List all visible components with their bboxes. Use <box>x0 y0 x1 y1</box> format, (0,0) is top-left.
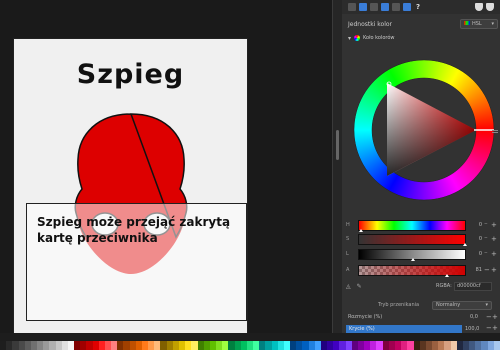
palette-swatch[interactable] <box>493 341 500 350</box>
blend-mode-label: Tryb przenikania <box>378 302 420 308</box>
rgba-label: RGBA: <box>436 283 452 289</box>
blend-mode-row: Tryb przenikania Normalny ▾ <box>346 300 498 310</box>
chevron-down-icon: ▾ <box>491 21 494 27</box>
rgba-input[interactable]: d00000cf <box>454 281 492 291</box>
palette-swatches <box>0 341 500 350</box>
swatches-icon[interactable] <box>403 3 411 11</box>
blur-value[interactable]: 0,0 <box>470 314 478 320</box>
rgb-swatch-icon <box>464 21 470 25</box>
rgba-row: ◬ ✎ RGBA: d00000cf <box>346 281 498 291</box>
alpha-value[interactable]: 81 <box>468 267 482 273</box>
objects-icon[interactable] <box>370 3 378 11</box>
help-icon[interactable]: ? <box>414 3 422 11</box>
opacity-value[interactable]: 100,0 <box>465 326 479 332</box>
alpha-slider-knob[interactable] <box>445 273 449 277</box>
alpha-minus-icon[interactable]: − <box>484 266 490 274</box>
alpha-plus-icon[interactable]: + <box>491 266 497 274</box>
hue-slider-label: H <box>346 222 350 228</box>
card-text-box[interactable]: Szpieg może przejąć zakrytą kartę przeci… <box>26 203 247 321</box>
blur-minus-icon[interactable]: − <box>486 313 492 321</box>
hue-slider[interactable] <box>358 219 466 232</box>
color-units-row: Jednostki kolor HSL ▾ <box>348 18 498 30</box>
card-title: Szpieg <box>76 59 185 90</box>
hue-value[interactable]: 0 <box>468 222 482 228</box>
blur-label: Rozmycie (%) <box>348 314 383 320</box>
color-icon[interactable] <box>392 3 400 11</box>
color-wheel[interactable] <box>350 55 500 215</box>
saturation-slider-knob[interactable] <box>463 242 467 246</box>
opacity-minus-icon[interactable]: − <box>486 324 492 332</box>
symbols-icon[interactable] <box>381 3 389 11</box>
hue-slider-knob[interactable] <box>359 228 363 232</box>
saturation-slider[interactable] <box>358 233 467 246</box>
alpha-slider-row: A 81 − + <box>346 264 498 277</box>
saturation-plus-icon[interactable]: + <box>491 235 497 243</box>
color-palette <box>0 333 500 350</box>
lightness-plus-icon[interactable]: + <box>491 250 497 258</box>
blend-mode-select[interactable]: Normalny ▾ <box>432 300 492 310</box>
shield-icon[interactable] <box>486 3 494 11</box>
card-text: Szpieg może przejąć zakrytą kartę przeci… <box>37 215 231 245</box>
divider-handle[interactable] <box>336 130 339 160</box>
color-managed-icon[interactable]: ◬ <box>346 283 351 290</box>
chevron-down-icon: ▾ <box>485 302 488 308</box>
layers-icon[interactable] <box>359 3 367 11</box>
dock-toolbar: ? <box>342 0 500 14</box>
eyedropper-icon[interactable]: ✎ <box>357 283 362 290</box>
color-wheel-icon <box>354 35 361 41</box>
lightness-spin-icon[interactable]: ⁻ <box>484 250 490 258</box>
alpha-slider-label: A <box>346 267 350 273</box>
color-wheel-panel[interactable] <box>350 55 500 215</box>
blur-plus-icon[interactable]: + <box>492 313 498 321</box>
shield-icon[interactable] <box>475 3 483 11</box>
dock-divider[interactable] <box>332 0 342 333</box>
opacity-label: Krycie (%) <box>349 326 375 332</box>
wheel-resize-grip[interactable] <box>492 130 498 133</box>
hue-spin-icon[interactable]: ⁻ <box>484 221 490 229</box>
saturation-slider-row: S 0 ⁻ + <box>346 233 498 246</box>
canvas-area[interactable]: Szpieg Szpieg może przejąć zakrytą kartę… <box>0 0 332 334</box>
saturation-slider-label: S <box>346 236 350 242</box>
lightness-slider-label: L <box>346 251 349 257</box>
saturation-spin-icon[interactable]: ⁻ <box>484 235 490 243</box>
opacity-plus-icon[interactable]: + <box>492 324 498 332</box>
color-units-value: HSL <box>472 21 482 27</box>
color-units-select[interactable]: HSL ▾ <box>460 19 498 29</box>
hue-slider-row: H 0 ⁻ + <box>346 219 498 232</box>
expand-arrow-icon: ▾ <box>348 34 352 42</box>
card[interactable]: Szpieg Szpieg może przejąć zakrytą kartę… <box>13 38 248 334</box>
color-wheel-title: Koło kolorów <box>363 35 395 41</box>
lightness-slider-row: L 0 ⁻ + <box>346 248 498 261</box>
opacity-slider[interactable]: Krycie (%) <box>346 325 462 333</box>
blur-row: Rozmycie (%) 0,0 − + <box>346 313 498 323</box>
saturation-value[interactable]: 0 <box>468 236 482 242</box>
lightness-value[interactable]: 0 <box>468 251 482 257</box>
fill-stroke-dock: ? Jednostki kolor HSL ▾ ▾ Koło kolorów H… <box>342 0 500 333</box>
alpha-slider[interactable] <box>358 264 466 277</box>
color-wheel-header[interactable]: ▾ Koło kolorów <box>348 33 395 43</box>
lightness-slider-knob[interactable] <box>411 257 415 261</box>
snap-icon[interactable] <box>348 3 356 11</box>
hue-plus-icon[interactable]: + <box>491 221 497 229</box>
blend-mode-value: Normalny <box>436 302 461 308</box>
color-units-label: Jednostki kolor <box>348 20 393 28</box>
lightness-slider[interactable] <box>358 248 466 261</box>
